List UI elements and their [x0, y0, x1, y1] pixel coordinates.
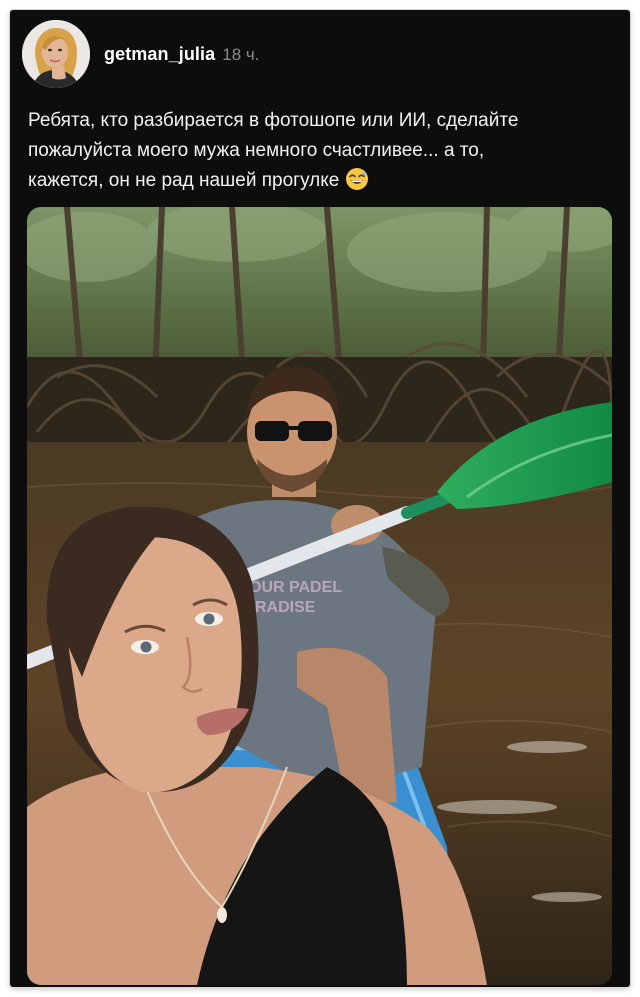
kayak-selfie-photo: OUR PADEL RADISE [27, 207, 612, 985]
grinning-face-with-sweat-icon [345, 167, 369, 191]
post-header: getman_julia 18 ч. [22, 20, 259, 88]
caption-line: кажется, он не рад нашей прогулке [28, 166, 613, 196]
caption-line: пожалуйста моего мужа немного счастливее… [28, 140, 485, 161]
avatar-image [22, 20, 90, 88]
post-card: getman_julia 18 ч. Ребята, кто разбирает… [10, 10, 630, 987]
username[interactable]: getman_julia [104, 44, 215, 65]
post-caption: Ребята, кто разбирается в фотошопе или И… [28, 106, 613, 196]
post-photo[interactable]: OUR PADEL RADISE [27, 207, 612, 985]
avatar[interactable] [22, 20, 90, 88]
caption-line: Ребята, кто разбирается в фотошопе или И… [28, 110, 519, 131]
post-time: 18 ч. [222, 44, 260, 64]
shirt-print-line-2: RADISE [255, 599, 316, 616]
user-meta: getman_julia 18 ч. [104, 44, 259, 65]
shirt-print-line-1: OUR PADEL [249, 579, 342, 596]
caption-line-text: кажется, он не рад нашей прогулке [28, 170, 340, 191]
